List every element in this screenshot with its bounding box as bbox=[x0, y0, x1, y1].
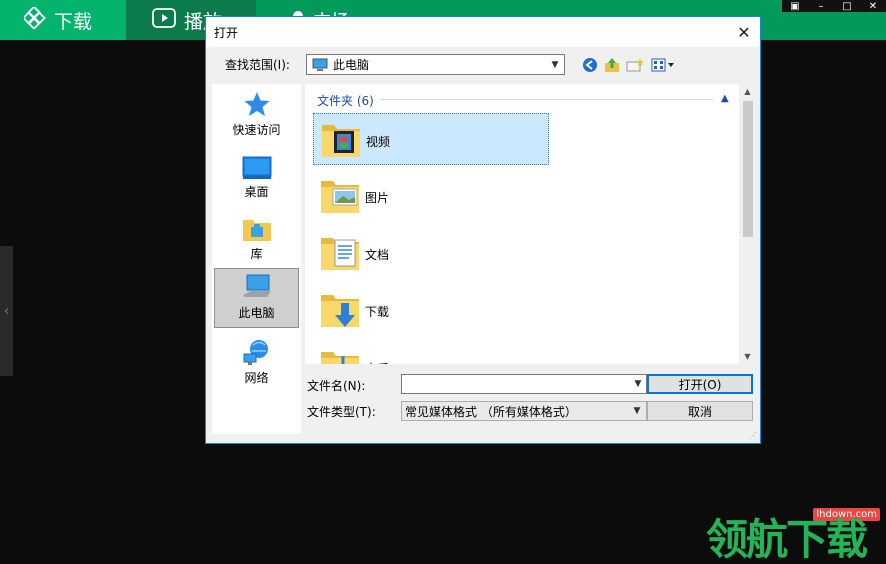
scroll-up-icon[interactable]: ▲ bbox=[739, 87, 756, 96]
place-label: 桌面 bbox=[244, 185, 269, 199]
file-list[interactable]: 文件夹 (6) ▲ 视频 图片 文档 下载 ▲ ▼ bbox=[305, 84, 756, 364]
place-network[interactable]: 网络 bbox=[214, 334, 299, 392]
dialog-titlebar[interactable]: 打开 ✕ bbox=[206, 17, 760, 47]
computer-icon bbox=[215, 269, 298, 301]
collapse-chevron-icon[interactable]: ▲ bbox=[721, 93, 729, 104]
chevron-down-icon: ▼ bbox=[551, 59, 559, 70]
place-library[interactable]: 库 bbox=[214, 210, 299, 268]
folder-item-pictures[interactable]: 图片 bbox=[313, 170, 549, 222]
cancel-button[interactable]: 取消 bbox=[647, 401, 753, 421]
documents-folder-icon bbox=[319, 232, 361, 277]
watermark: lhdown.com 领航下载 bbox=[706, 508, 886, 564]
up-folder-button[interactable] bbox=[603, 56, 621, 74]
watermark-text: 领航下载 bbox=[706, 515, 868, 564]
computer-icon bbox=[312, 58, 328, 72]
dialog-title: 打开 bbox=[214, 26, 239, 40]
up-folder-icon bbox=[605, 58, 619, 72]
folder-name: 音乐 bbox=[365, 360, 389, 364]
folder-item-videos[interactable]: 视频 bbox=[313, 113, 549, 165]
maximize-button[interactable]: □ bbox=[834, 0, 860, 12]
play-icon bbox=[152, 7, 176, 33]
video-folder-icon bbox=[320, 119, 362, 164]
back-button[interactable] bbox=[581, 56, 599, 74]
filename-input[interactable] bbox=[401, 374, 647, 394]
back-arrow-icon bbox=[583, 58, 597, 72]
look-in-dropdown[interactable]: 此电脑 ▼ bbox=[306, 54, 565, 75]
place-this-pc[interactable]: 此电脑 bbox=[214, 268, 299, 328]
place-label: 快速访问 bbox=[232, 123, 281, 137]
view-menu-icon bbox=[651, 58, 674, 72]
filetype-dropdown[interactable]: 常见媒体格式 （所有媒体格式） ▼ bbox=[401, 401, 647, 421]
miniplayer-button[interactable]: ▣ bbox=[782, 0, 808, 12]
chevron-left-icon: ‹ bbox=[3, 303, 10, 319]
filetype-label: 文件类型(T): bbox=[307, 405, 376, 419]
star-icon bbox=[214, 86, 299, 118]
look-in-value: 此电脑 bbox=[333, 58, 370, 72]
library-icon bbox=[214, 210, 299, 242]
download-icon bbox=[22, 5, 46, 34]
tab-download[interactable]: 下载 bbox=[0, 0, 126, 40]
place-quick-access[interactable]: 快速访问 bbox=[214, 86, 299, 144]
pictures-folder-icon bbox=[319, 175, 361, 220]
music-folder-icon bbox=[319, 346, 361, 364]
scroll-thumb[interactable] bbox=[743, 101, 753, 237]
open-file-dialog: 打开 ✕ 查找范围(I): 此电脑 ▼ 快速访问 桌面 库 此电脑 网络 文件夹… bbox=[205, 16, 761, 444]
tab-download-label: 下载 bbox=[54, 10, 93, 33]
new-folder-button[interactable] bbox=[626, 56, 644, 74]
folder-item-music[interactable]: 音乐 bbox=[313, 341, 549, 364]
new-folder-icon bbox=[626, 58, 644, 72]
chevron-down-icon[interactable]: ▼ bbox=[630, 375, 646, 393]
place-label: 库 bbox=[250, 247, 263, 261]
folder-item-downloads[interactable]: 下载 bbox=[313, 284, 549, 336]
network-icon bbox=[214, 334, 299, 366]
resize-grip-icon[interactable]: ⋰ bbox=[747, 431, 757, 441]
chevron-down-icon: ▼ bbox=[633, 406, 641, 416]
dialog-close-button[interactable]: ✕ bbox=[728, 17, 760, 47]
folder-name: 视频 bbox=[366, 135, 391, 149]
place-label: 此电脑 bbox=[238, 306, 275, 320]
look-in-label: 查找范围(I): bbox=[225, 58, 290, 72]
place-label: 网络 bbox=[244, 371, 269, 385]
close-app-button[interactable]: ✕ bbox=[860, 0, 886, 12]
scroll-down-icon[interactable]: ▼ bbox=[739, 352, 756, 361]
group-header[interactable]: 文件夹 (6) bbox=[317, 92, 374, 109]
places-bar: 快速访问 桌面 库 此电脑 网络 bbox=[212, 84, 301, 434]
side-panel-toggle[interactable]: ‹ bbox=[0, 246, 13, 376]
view-menu-button[interactable] bbox=[650, 56, 678, 74]
filename-label: 文件名(N): bbox=[307, 379, 366, 393]
downloads-folder-icon bbox=[319, 289, 361, 334]
place-desktop[interactable]: 桌面 bbox=[214, 148, 299, 206]
group-divider bbox=[380, 99, 713, 100]
folder-name: 图片 bbox=[365, 191, 390, 205]
filetype-value: 常见媒体格式 （所有媒体格式） bbox=[405, 404, 577, 419]
vertical-scrollbar[interactable]: ▲ ▼ bbox=[739, 84, 756, 364]
open-button[interactable]: 打开(O) bbox=[647, 374, 753, 394]
window-controls: ▣ – □ ✕ bbox=[782, 0, 886, 12]
folder-name: 文档 bbox=[365, 248, 390, 262]
folder-item-documents[interactable]: 文档 bbox=[313, 227, 549, 279]
minimize-button[interactable]: – bbox=[808, 0, 834, 12]
folder-name: 下载 bbox=[365, 305, 390, 319]
desktop-icon bbox=[214, 148, 299, 180]
